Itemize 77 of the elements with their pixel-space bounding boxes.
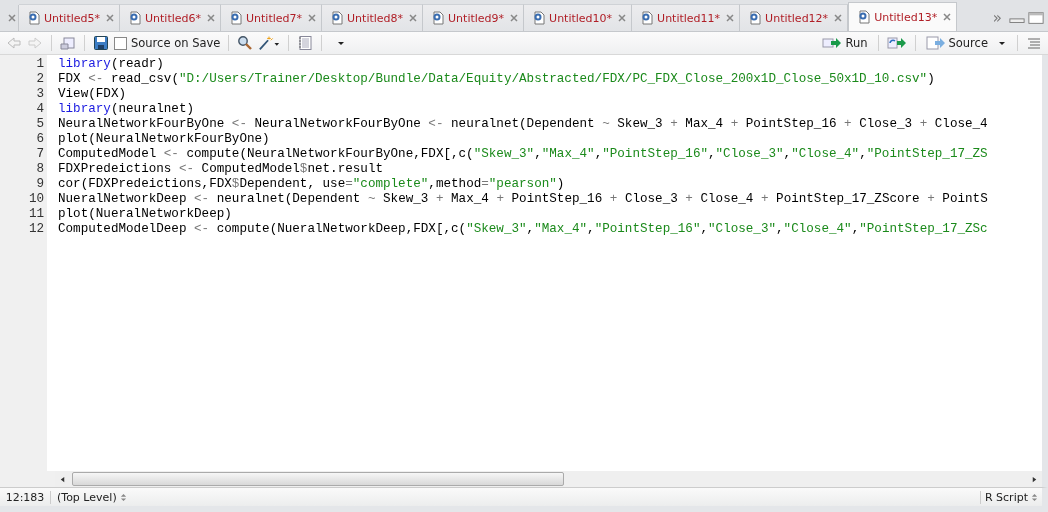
line-number: 2 xyxy=(35,72,45,87)
run-button[interactable]: Run xyxy=(820,34,870,52)
close-icon[interactable] xyxy=(7,14,16,22)
line-number: 12 xyxy=(27,222,45,237)
code-line: ComputedModel <- compute(NeuralNetworkFourByOne,FDX[,c("Skew_3","Max_4","PointStep_16","Close_3","Close_4","PointStep_17_ZS xyxy=(58,147,988,162)
line-number: 11 xyxy=(27,207,45,222)
editor-tab[interactable]: Untitled6* xyxy=(120,4,222,31)
editor-tab[interactable]: Untitled12* xyxy=(740,4,849,31)
scroll-right-icon[interactable] xyxy=(1031,475,1038,483)
close-icon[interactable] xyxy=(207,14,216,22)
code-line: cor(FDXPredeictions,FDX$Dependent, use="complete",method="pearson") xyxy=(58,177,566,192)
up-down-arrow-icon xyxy=(1031,492,1038,502)
outline-icon[interactable] xyxy=(1026,35,1042,51)
scrollbar-thumb[interactable] xyxy=(72,472,564,486)
line-number: 9 xyxy=(35,177,45,192)
close-icon[interactable] xyxy=(409,14,418,22)
code-line: View(FDX) xyxy=(58,87,128,102)
line-number: 6 xyxy=(35,132,45,147)
source-arrow-icon xyxy=(925,36,946,50)
editor-tab[interactable]: Untitled8* xyxy=(322,4,424,31)
close-icon[interactable] xyxy=(308,14,317,22)
save-icon[interactable] xyxy=(93,35,109,51)
r-file-icon xyxy=(128,11,142,25)
editor-tab[interactable]: Untitled7* xyxy=(221,4,323,31)
tab-overflow-button[interactable]: » xyxy=(992,9,1002,27)
source-on-save-label[interactable]: Source on Save xyxy=(131,36,221,50)
source-on-save-checkbox[interactable] xyxy=(114,36,127,50)
scroll-left-icon[interactable] xyxy=(59,475,66,483)
r-file-icon xyxy=(748,11,763,25)
close-icon[interactable] xyxy=(106,14,114,22)
code-line: plot(NueralNetworkDeep) xyxy=(58,207,233,222)
code-line: plot(NeuralNetworkFourByOne) xyxy=(58,132,271,147)
code-line: FDX <- read_csv("D:/Users/Trainer/Desktop/Bundle/Data/Equity/Abstracted/FDX/PC_FDX_Close_200x1D_Close_50x1D_10.csv") xyxy=(58,72,936,87)
r-file-icon xyxy=(857,10,872,24)
line-number: 10 xyxy=(27,192,45,207)
code-line: ComputedModelDeep <- compute(NueralNetworkDeep,FDX[,c("Skew_3","Max_4","PointStep_16","Close_3","Close_4","PointStep_17_ZSc xyxy=(58,222,988,237)
close-icon[interactable] xyxy=(834,14,843,22)
line-number: 7 xyxy=(35,147,45,162)
r-file-icon xyxy=(532,11,547,25)
editor-tab[interactable]: Untitled11* xyxy=(632,4,741,31)
horizontal-scrollbar[interactable] xyxy=(55,471,1042,487)
magic-wand-dropdown-icon[interactable] xyxy=(258,35,281,51)
line-number: 3 xyxy=(35,87,45,102)
scope-dropdown[interactable]: (Top Level) xyxy=(51,490,127,504)
source-button[interactable]: Source xyxy=(923,34,1009,52)
code-line: library(neuralnet) xyxy=(58,102,196,117)
up-down-arrow-icon xyxy=(119,492,127,502)
line-number: 1 xyxy=(35,57,45,72)
run-arrow-icon xyxy=(822,36,843,50)
editor-tab[interactable]: Untitled5* xyxy=(19,4,120,31)
search-icon[interactable] xyxy=(237,35,254,51)
r-file-icon xyxy=(27,11,41,25)
close-icon[interactable] xyxy=(726,14,735,22)
close-icon[interactable] xyxy=(510,14,519,22)
notebook-icon[interactable] xyxy=(297,35,314,51)
r-file-icon xyxy=(640,11,655,25)
back-arrow-icon[interactable] xyxy=(6,35,22,51)
r-file-icon xyxy=(431,11,446,25)
close-icon[interactable] xyxy=(943,13,952,21)
window-icon[interactable] xyxy=(60,35,76,51)
code-line: FDXPredeictions <- ComputedModel$net.result xyxy=(58,162,384,177)
cursor-position: 12:183 xyxy=(0,490,51,504)
code-line: NueralNetworkDeep <- neuralnet(Dependent ~ Skew_3 + Max_4 + PointStep_16 + Close_3 + Close_4 + PointStep_17_ZScore + PointS xyxy=(58,192,988,207)
line-number: 5 xyxy=(35,117,45,132)
file-type-dropdown[interactable]: R Script xyxy=(979,490,1042,504)
line-number: 8 xyxy=(35,162,45,177)
maximize-icon[interactable] xyxy=(1028,11,1044,25)
line-number: 4 xyxy=(35,102,45,117)
r-file-icon xyxy=(229,11,244,25)
editor-tab[interactable]: Untitled13* xyxy=(848,2,958,31)
editor-tab[interactable]: Untitled9* xyxy=(423,4,525,31)
code-line: NeuralNetworkFourByOne <- NeuralNetworkFourByOne <- neuralnet(Dependent ~ Skew_3 + Max_4 + PointStep_16 + Close_3 + Close_4 xyxy=(58,117,988,132)
rerun-icon[interactable] xyxy=(886,36,907,50)
close-icon[interactable] xyxy=(618,14,627,22)
editor-tab[interactable]: Untitled10* xyxy=(524,4,633,31)
r-file-icon xyxy=(330,11,345,25)
code-line: library(readr) xyxy=(58,57,165,72)
